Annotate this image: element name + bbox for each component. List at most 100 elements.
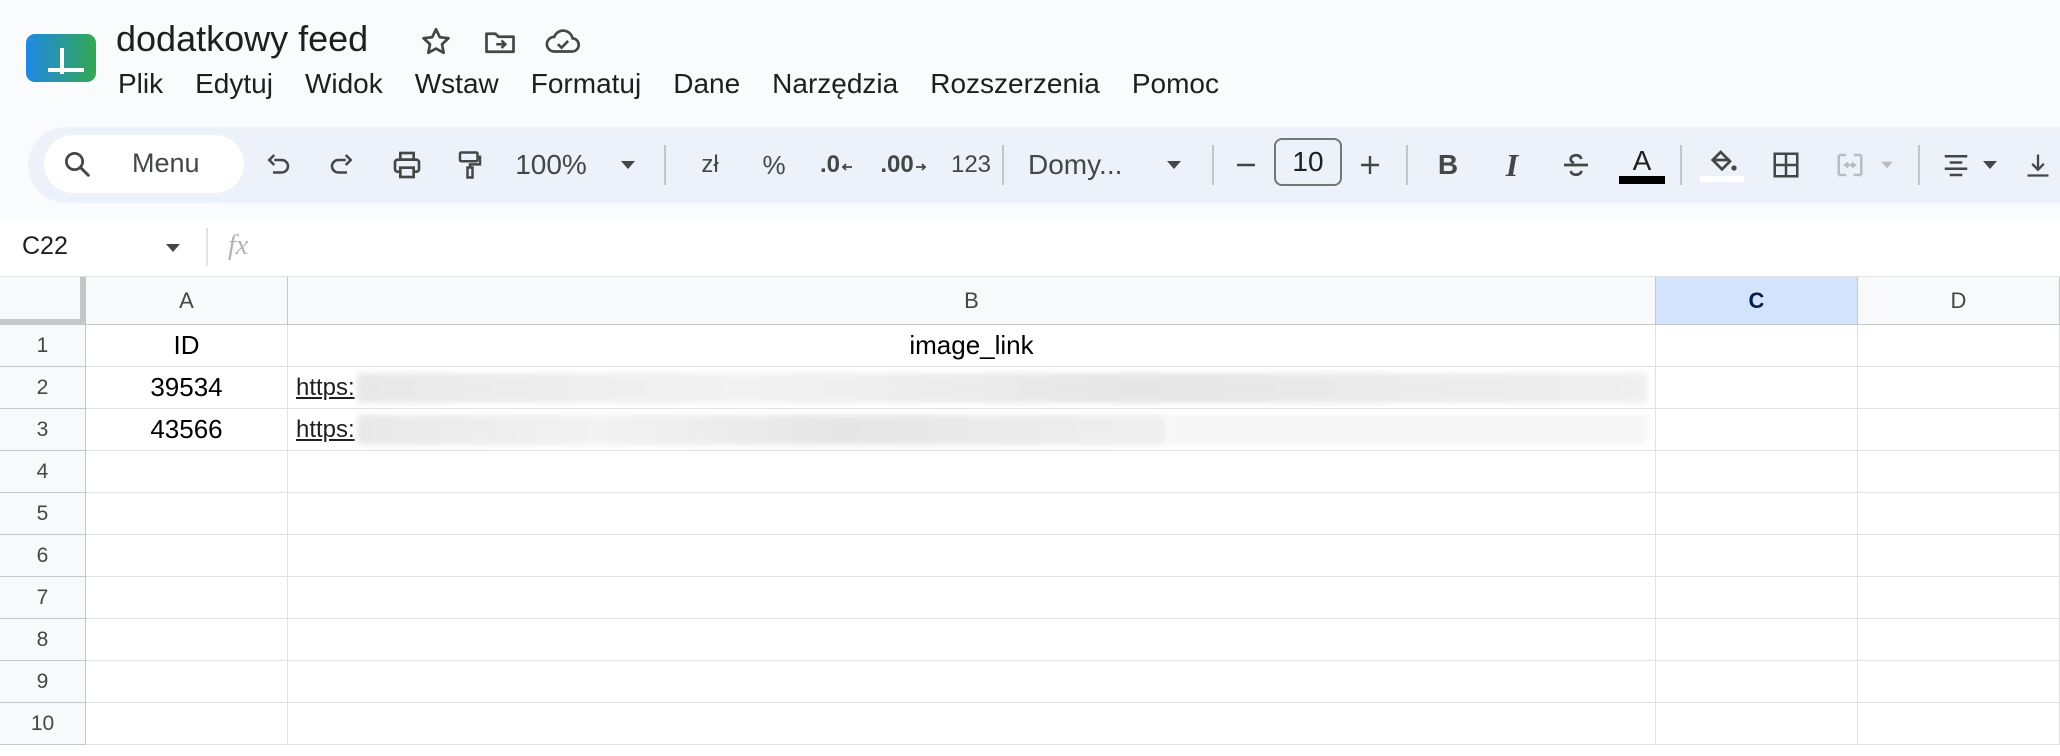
currency-format-button[interactable]: zł [688, 141, 732, 189]
star-icon[interactable] [418, 24, 454, 60]
menu-insert[interactable]: Wstaw [399, 68, 515, 100]
row-header[interactable]: 7 [0, 577, 86, 619]
grid-cell[interactable] [1858, 493, 2060, 535]
font-size-input[interactable]: 10 [1274, 138, 1342, 186]
cell-a2[interactable]: 39534 [86, 367, 288, 409]
column-header-b[interactable]: B [288, 277, 1656, 325]
grid-cell[interactable] [1656, 493, 1858, 535]
row-header[interactable]: 4 [0, 451, 86, 493]
cell-a3[interactable]: 43566 [86, 409, 288, 451]
grid-cell[interactable] [1858, 535, 2060, 577]
cloud-saved-icon[interactable] [544, 24, 581, 60]
row-header[interactable]: 9 [0, 661, 86, 703]
number-format-button[interactable]: 123 [938, 141, 1004, 189]
italic-button[interactable]: I [1490, 141, 1534, 189]
cell-b1[interactable]: image_link [288, 325, 1656, 367]
grid-cell[interactable] [1656, 535, 1858, 577]
column-header-a[interactable]: A [86, 277, 288, 325]
font-family-select[interactable]: Domy... [1028, 141, 1158, 189]
print-icon[interactable] [386, 141, 428, 189]
borders-icon[interactable] [1764, 141, 1808, 189]
grid-cell[interactable] [1858, 661, 2060, 703]
document-title[interactable]: dodatkowy feed [116, 18, 368, 60]
grid-cell[interactable] [1656, 451, 1858, 493]
grid-cell[interactable] [1858, 367, 2060, 409]
grid-cell[interactable] [288, 703, 1656, 745]
menu-edit[interactable]: Edytuj [179, 68, 289, 100]
grid-cell[interactable] [288, 661, 1656, 703]
menu-file[interactable]: Plik [102, 68, 179, 100]
row-header[interactable]: 3 [0, 409, 86, 451]
grid-cell[interactable] [86, 493, 288, 535]
merge-caret-icon[interactable] [1876, 141, 1898, 189]
grid-cell[interactable] [1656, 367, 1858, 409]
decrease-font-size-button[interactable] [1228, 141, 1264, 189]
grid-cell[interactable] [86, 577, 288, 619]
grid-cell[interactable] [1858, 703, 2060, 745]
horizontal-align-icon[interactable] [1934, 141, 1978, 189]
merge-cells-icon[interactable] [1828, 141, 1872, 189]
zoom-caret-icon[interactable] [616, 141, 640, 189]
grid-cell[interactable] [86, 451, 288, 493]
grid-cell[interactable] [1858, 409, 2060, 451]
grid-cell[interactable] [1656, 661, 1858, 703]
formula-input[interactable] [280, 226, 2040, 270]
grid-cell[interactable] [1656, 619, 1858, 661]
grid-cell[interactable] [1858, 451, 2060, 493]
vertical-align-bottom-icon[interactable] [2018, 141, 2058, 189]
menu-data[interactable]: Dane [657, 68, 756, 100]
increase-font-size-button[interactable] [1352, 141, 1388, 189]
cell-a1[interactable]: ID [86, 325, 288, 367]
menu-view[interactable]: Widok [289, 68, 399, 100]
grid-cell[interactable] [288, 493, 1656, 535]
grid-cell[interactable] [1656, 703, 1858, 745]
grid-cell[interactable] [1858, 619, 2060, 661]
menu-extensions[interactable]: Rozszerzenia [914, 68, 1116, 100]
redo-icon[interactable] [322, 141, 362, 189]
increase-decimal-button[interactable]: .00 [876, 141, 932, 189]
font-caret-icon[interactable] [1162, 141, 1186, 189]
image-link[interactable]: https: [296, 416, 355, 444]
align-caret-icon[interactable] [1978, 141, 2002, 189]
grid-cell[interactable] [288, 619, 1656, 661]
grid-cell[interactable] [1858, 325, 2060, 367]
column-header-c[interactable]: C [1656, 277, 1858, 325]
search-menu-button[interactable]: Menu [44, 135, 244, 193]
menu-format[interactable]: Formatuj [515, 68, 657, 100]
text-color-button[interactable]: A [1616, 141, 1668, 189]
grid-cell[interactable] [1656, 577, 1858, 619]
name-box-caret-icon[interactable] [164, 242, 182, 254]
grid-cell[interactable] [1656, 409, 1858, 451]
row-header[interactable]: 1 [0, 325, 86, 367]
grid-cell[interactable] [86, 619, 288, 661]
strikethrough-icon[interactable] [1554, 141, 1598, 189]
row-header[interactable]: 2 [0, 367, 86, 409]
grid-cell[interactable] [288, 451, 1656, 493]
image-link[interactable]: https: [296, 374, 355, 402]
select-all-corner[interactable] [0, 277, 86, 325]
menu-help[interactable]: Pomoc [1116, 68, 1235, 100]
name-box[interactable]: C22 [22, 232, 68, 261]
decrease-decimal-button[interactable]: .0 [812, 141, 862, 189]
grid-cell[interactable] [288, 535, 1656, 577]
paint-format-icon[interactable] [450, 141, 490, 189]
grid-cell[interactable] [288, 577, 1656, 619]
menu-tools[interactable]: Narzędzia [756, 68, 914, 100]
undo-icon[interactable] [258, 141, 298, 189]
cell-b3[interactable]: https: [288, 409, 1656, 451]
zoom-select[interactable]: 100% [515, 141, 587, 189]
grid-cell[interactable] [1656, 325, 1858, 367]
bold-button[interactable]: B [1426, 141, 1470, 189]
fill-color-icon[interactable] [1698, 141, 1746, 189]
row-header[interactable]: 8 [0, 619, 86, 661]
grid-cell[interactable] [86, 703, 288, 745]
percent-format-button[interactable]: % [754, 141, 794, 189]
sheets-logo-icon[interactable] [26, 34, 96, 82]
grid-cell[interactable] [86, 535, 288, 577]
grid-cell[interactable] [1858, 577, 2060, 619]
column-header-d[interactable]: D [1858, 277, 2060, 325]
cell-b2[interactable]: https: [288, 367, 1656, 409]
move-to-folder-icon[interactable] [482, 24, 518, 60]
row-header[interactable]: 5 [0, 493, 86, 535]
row-header[interactable]: 6 [0, 535, 86, 577]
